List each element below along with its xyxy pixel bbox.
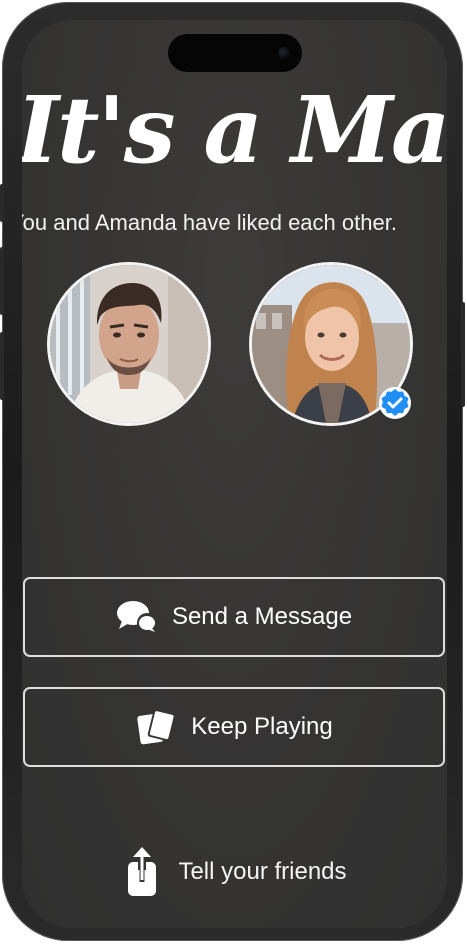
phone-side-button	[461, 302, 465, 407]
camera-icon	[278, 47, 290, 59]
cards-icon	[135, 706, 177, 748]
tell-friends-label: Tell your friends	[178, 858, 347, 885]
verified-badge-icon	[378, 386, 412, 420]
user-avatar	[47, 262, 211, 426]
keep-playing-button[interactable]: Keep Playing	[23, 687, 445, 767]
phone-side-button	[0, 247, 4, 315]
send-message-button[interactable]: Send a Message	[23, 577, 445, 657]
share-icon	[122, 844, 162, 900]
phone-frame: It's a Match! You and Amanda have liked …	[0, 2, 465, 941]
dynamic-island	[168, 34, 302, 72]
send-message-label: Send a Message	[171, 603, 353, 630]
chat-bubbles-icon	[116, 596, 158, 638]
match-title: It's a Match!	[22, 76, 447, 184]
tell-friends-button[interactable]: Tell your friends	[22, 842, 447, 902]
phone-side-button	[0, 184, 4, 222]
phone-side-button	[0, 332, 4, 400]
keep-playing-label: Keep Playing	[191, 713, 333, 740]
match-screen: It's a Match! You and Amanda have liked …	[22, 20, 447, 928]
match-subtitle: You and Amanda have liked each other.	[22, 210, 397, 235]
